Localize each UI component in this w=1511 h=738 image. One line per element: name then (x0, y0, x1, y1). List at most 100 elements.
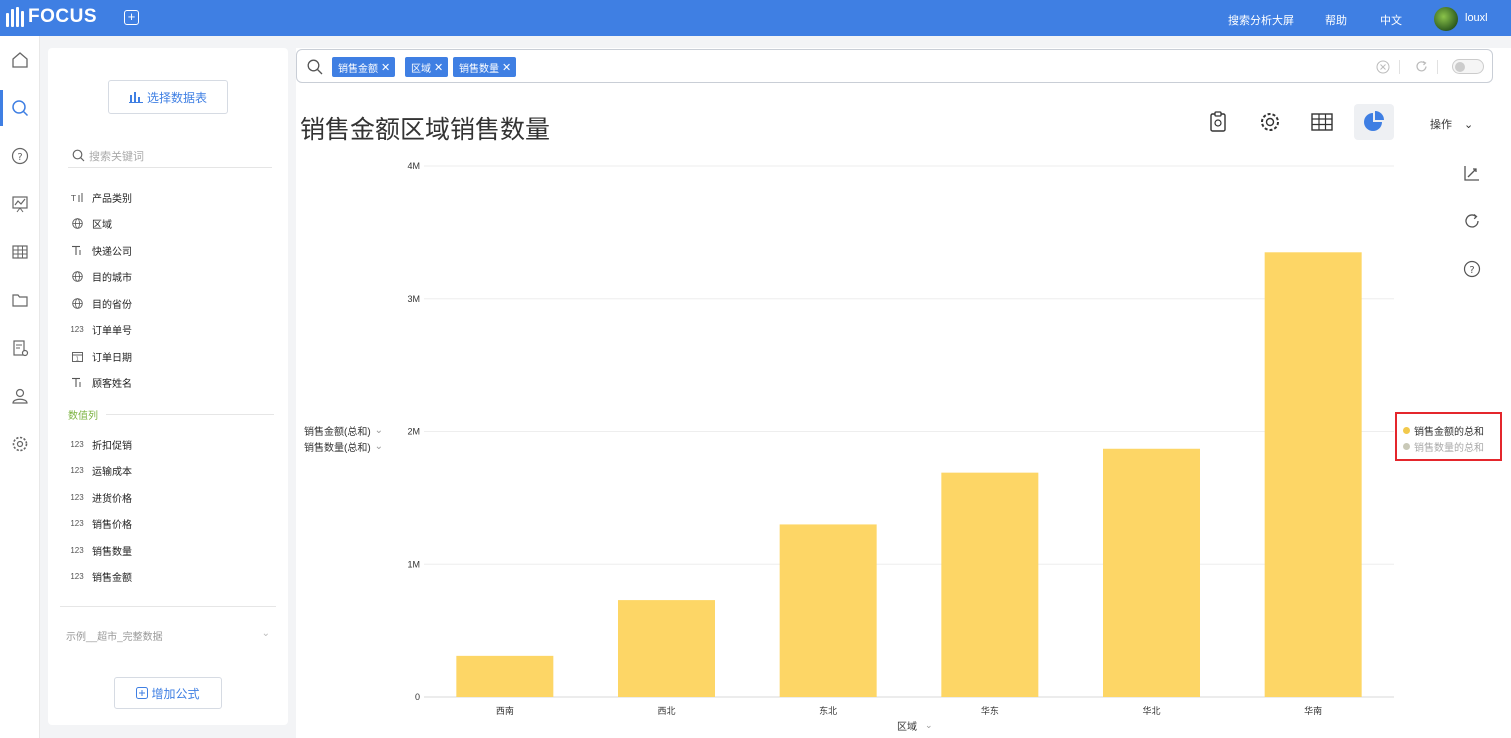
chevron-down-icon: ⌄ (1464, 118, 1474, 131)
field-item[interactable]: 123 销售价格 (64, 514, 132, 534)
text-type-icon (64, 245, 90, 256)
legend-item[interactable]: 销售金额的总和 (1403, 423, 1484, 438)
x-tick-label: 华南 (1304, 705, 1322, 717)
bar[interactable] (779, 524, 877, 697)
top-link-dashboard[interactable]: 搜索分析大屏 (1228, 12, 1294, 28)
bar[interactable] (1103, 448, 1200, 697)
legend-item[interactable]: 销售数量的总和 (1403, 439, 1484, 454)
top-link-help[interactable]: 帮助 (1325, 12, 1347, 28)
y-tick-label: 1M (407, 559, 420, 569)
x-tick-label: 东北 (819, 705, 837, 717)
globe-icon (64, 271, 90, 282)
bar[interactable] (618, 600, 715, 697)
globe-icon (64, 218, 90, 229)
top-bar: FOCUS + 搜索分析大屏 帮助 中文 louxl (0, 0, 1511, 36)
calendar-icon: 1 (64, 351, 90, 362)
field-label: 进货价格 (92, 493, 132, 505)
field-label: 目的城市 (92, 273, 132, 284)
add-tab-icon[interactable]: + (124, 10, 139, 25)
numeric-type-icon: 123 (70, 519, 84, 528)
bar[interactable] (1264, 252, 1362, 697)
field-item[interactable]: 123 进货价格 (64, 487, 132, 507)
field-item[interactable]: 区域 (64, 214, 112, 234)
settings-icon[interactable] (0, 422, 40, 466)
field-item[interactable]: 123 销售金额 (64, 567, 132, 587)
svg-text:?: ? (17, 152, 22, 163)
refresh-icon[interactable] (1415, 60, 1428, 73)
svg-text:1: 1 (75, 356, 78, 362)
focus-logo[interactable]: FOCUS (6, 6, 97, 28)
add-formula-button[interactable]: 增加公式 (114, 677, 222, 709)
bar[interactable] (456, 655, 554, 697)
field-label: 运输成本 (92, 467, 132, 478)
help-icon[interactable]: ? (1462, 259, 1482, 279)
dashboard-icon[interactable] (0, 182, 40, 226)
bar[interactable] (941, 472, 1039, 697)
field-item[interactable]: 顾客姓名 (64, 373, 132, 393)
axis-icon[interactable] (1462, 163, 1482, 183)
field-item[interactable]: 123 订单单号 (64, 320, 132, 340)
logo-text: FOCUS (28, 6, 97, 27)
svg-text:?: ? (1469, 265, 1474, 276)
field-item[interactable]: 目的城市 (64, 267, 132, 287)
data-panel: 选择数据表 搜索关键词 T 产品类别区域快递公司目的城市目的省份 123 订单单号 1 订… (48, 48, 288, 725)
measure-section-label: 数值列 (68, 411, 98, 422)
panel-divider (60, 606, 276, 607)
add-formula-label: 增加公式 (151, 686, 200, 701)
x-tick-label: 西南 (496, 705, 514, 717)
user-icon[interactable] (0, 374, 40, 418)
field-item[interactable]: 快递公司 (64, 240, 132, 260)
field-label: 销售价格 (92, 520, 132, 531)
y-tick-label: 4M (407, 161, 420, 171)
bar-chart: 0 1M 2M 3M 4M 西南 西北 东北 华东 华北 华南区域 ⌄ (407, 161, 1394, 733)
svg-text:T: T (71, 194, 76, 202)
field-item[interactable]: 123 折扣促销 (64, 434, 132, 454)
numeric-type-icon: 123 (70, 492, 84, 502)
language-switch[interactable]: 中文 (1380, 12, 1402, 28)
help-icon[interactable]: ? (0, 134, 40, 178)
field-label: 目的省份 (92, 299, 132, 311)
search-icon[interactable] (0, 86, 40, 130)
username[interactable]: louxl (1465, 12, 1488, 24)
avatar[interactable] (1434, 7, 1458, 31)
field-item[interactable]: 123 销售数量 (64, 540, 132, 560)
bar-chart-icon (128, 92, 143, 103)
folder-icon[interactable] (0, 278, 40, 322)
operations-menu[interactable]: 操作 ⌄ (1430, 116, 1473, 132)
select-table-label: 选择数据表 (146, 90, 207, 105)
field-item[interactable]: T 产品类别 (64, 187, 132, 207)
legend-dot (1403, 427, 1410, 434)
globe-icon (64, 297, 90, 309)
field-label: 快递公司 (92, 246, 132, 258)
home-icon[interactable] (0, 38, 40, 82)
report-settings-icon[interactable] (0, 326, 40, 370)
x-axis-label[interactable]: 区域 (897, 720, 917, 733)
keyword-search-input[interactable]: 搜索关键词 (68, 144, 272, 168)
refresh-icon[interactable] (1462, 211, 1482, 231)
y-tick-label: 0 (415, 692, 420, 702)
plus-box-icon (136, 687, 149, 699)
numeric-type-icon: 123 (70, 466, 84, 475)
section-divider (106, 414, 274, 415)
mode-toggle[interactable] (1452, 59, 1484, 74)
field-label: 订单日期 (92, 352, 132, 364)
logo-mark-icon (6, 7, 24, 27)
select-table-button[interactable]: 选择数据表 (108, 80, 228, 114)
searchbar-divider (1399, 60, 1400, 74)
main-area: 销售金额 ✕ 区域 ✕ 销售数量 ✕ 销售金额区域销售数量 操作 ⌄ ? 销售金额(总… (296, 48, 1511, 738)
field-item[interactable]: 123 运输成本 (64, 461, 132, 481)
table-icon[interactable] (0, 230, 40, 274)
field-item[interactable]: 1 订单日期 (64, 346, 132, 366)
search-icon (72, 149, 85, 162)
legend-label: 销售数量的总和 (1414, 443, 1484, 454)
y-tick-label: 2M (407, 427, 420, 437)
field-item[interactable]: 目的省份 (64, 293, 132, 313)
field-label: 产品类别 (92, 193, 132, 205)
x-tick-label: 西北 (657, 706, 675, 717)
chevron-down-icon: ⌄ (261, 628, 270, 639)
x-tick-label: 华东 (981, 705, 999, 717)
legend-label: 销售金额的总和 (1414, 427, 1484, 438)
field-label: 销售金额 (92, 573, 132, 584)
data-source-selector[interactable]: 示例__超市_完整数据 ⌄ (66, 628, 270, 643)
text-type-icon (64, 377, 90, 388)
